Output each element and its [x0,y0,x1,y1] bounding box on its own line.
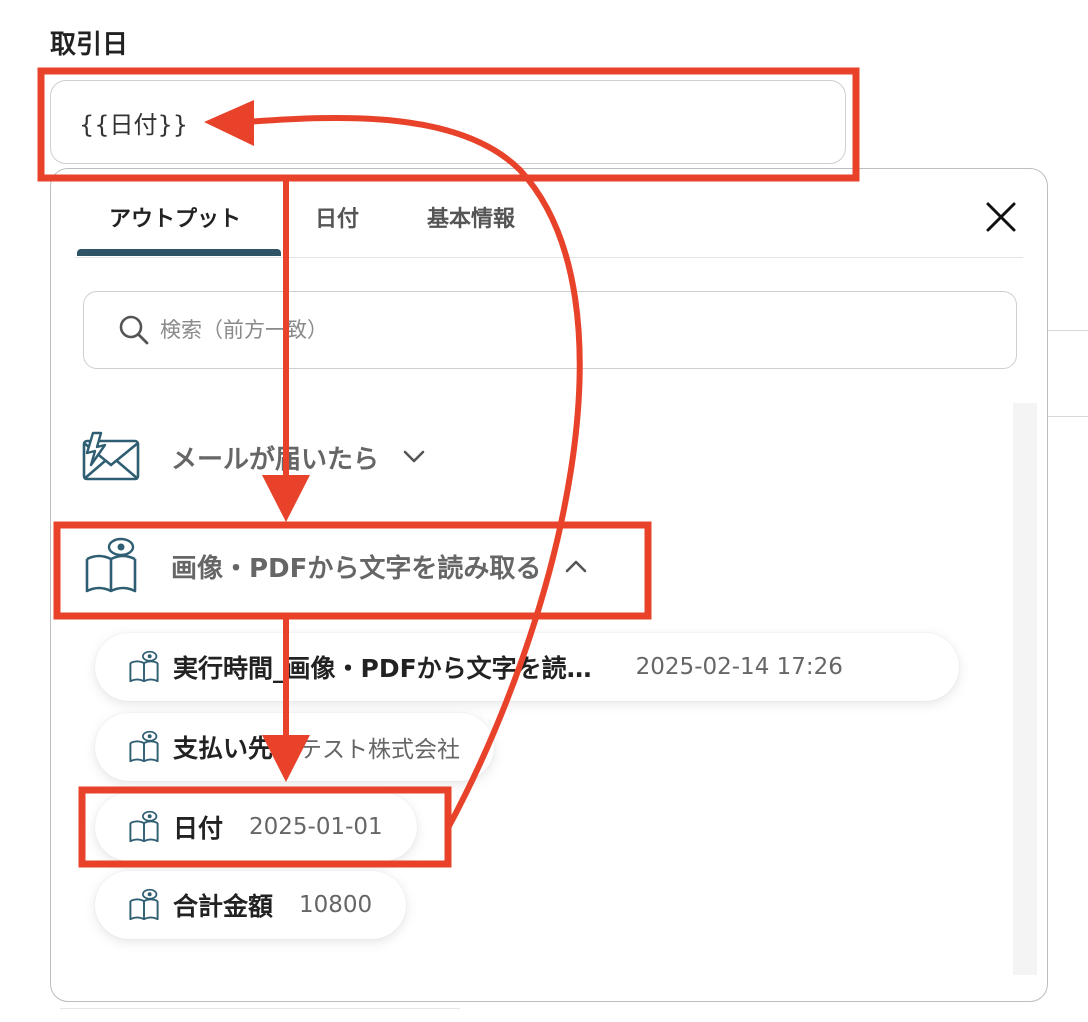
item-value: テスト株式会社 [299,737,461,763]
tab-bar: アウトプット 日付 基本情報 [75,169,1023,258]
section-title: メールが届いたら [171,444,380,475]
field-label: 取引日 [50,30,129,60]
date-input[interactable]: {{日付}} [50,80,846,164]
output-item-date[interactable]: 日付 2025-01-01 [95,793,417,861]
item-value: 2025-01-01 [249,814,383,840]
active-tab-indicator [77,249,281,256]
section-mail-received[interactable]: メールが届いたら [81,431,425,483]
item-label: 合計金額 [173,892,274,921]
tab-output[interactable]: アウトプット [109,201,241,233]
close-button[interactable] [983,199,1019,235]
book-eye-icon [85,537,137,593]
item-label: 日付 [173,814,224,843]
mail-lightning-icon [82,431,140,481]
page: 取引日 {{日付}} アウトプット 日付 基本情報 検索（前方一致） メールが届… [0,0,1088,1022]
output-picker-popup: アウトプット 日付 基本情報 検索（前方一致） メールが届いたら 画像・PDFか… [50,168,1048,1002]
book-eye-icon [129,888,159,921]
item-label: 実行時間_画像・PDFから文字を読… [173,654,592,683]
output-item-payee[interactable]: 支払い先 テスト株式会社 [95,713,495,781]
item-value: 10800 [299,892,373,918]
book-eye-icon [129,650,159,683]
background-divider [1048,330,1088,331]
background-divider [60,1008,460,1009]
search-input[interactable] [158,317,922,343]
book-eye-icon [129,810,159,843]
search-box[interactable] [83,291,1017,369]
background-divider [1048,416,1088,417]
close-icon [986,202,1016,232]
search-icon [119,315,149,345]
tab-date[interactable]: 日付 [315,201,359,233]
section-title: 画像・PDFから文字を読み取る [171,553,542,584]
item-value: 2025-02-14 17:26 [635,654,843,680]
chevron-down-icon [403,450,425,463]
book-eye-icon [129,730,159,763]
scrollbar-track[interactable] [1013,403,1037,975]
output-item-total-amount[interactable]: 合計金額 10800 [95,871,407,939]
date-input-value: {{日付}} [79,110,189,139]
tab-basic-info[interactable]: 基本情報 [427,201,515,233]
output-item-execution-time[interactable]: 実行時間_画像・PDFから文字を読… 2025-02-14 17:26 [95,633,959,701]
chevron-up-icon [566,560,587,573]
section-read-text-from-image[interactable]: 画像・PDFから文字を読み取る [81,537,587,595]
item-label: 支払い先 [173,734,274,763]
